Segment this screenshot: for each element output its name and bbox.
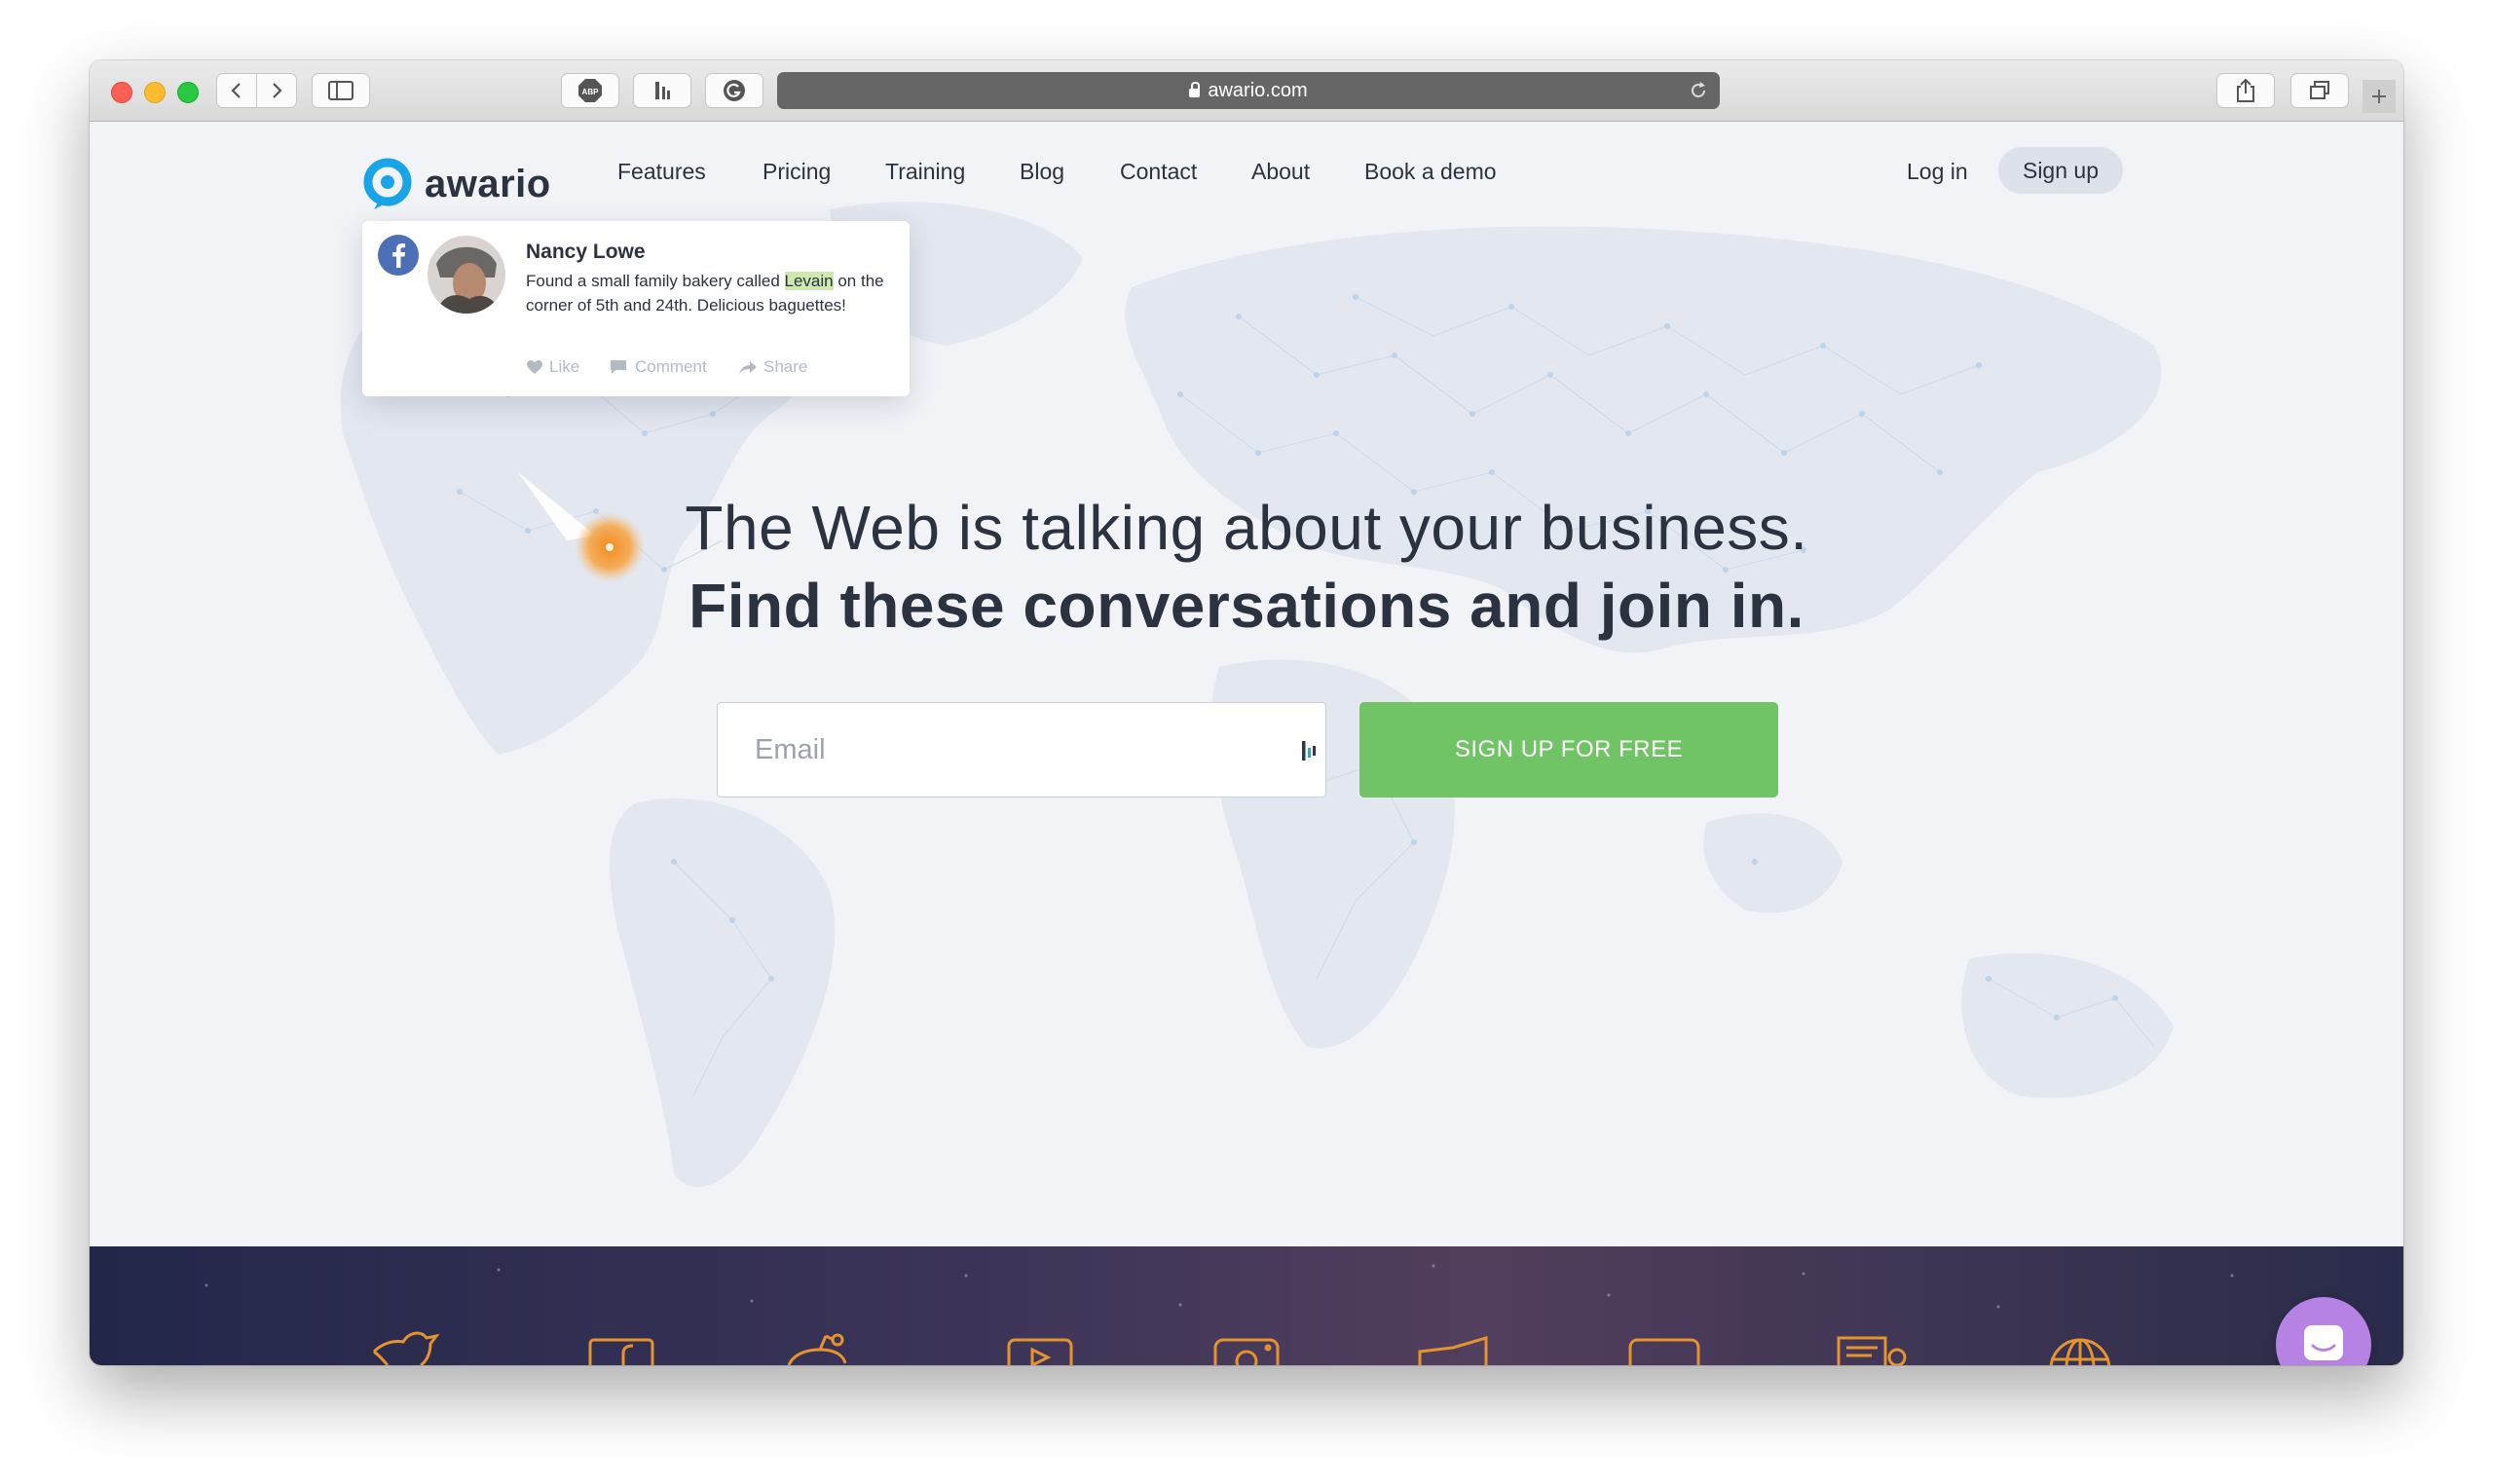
reload-icon[interactable] <box>1689 81 1708 100</box>
comment-action[interactable]: Comment <box>610 357 707 377</box>
news-icon <box>1418 1335 1488 1365</box>
close-window-button[interactable] <box>111 82 132 103</box>
web-page: awario Features Pricing Training Blog Co… <box>90 122 2403 1365</box>
twitter-icon <box>372 1331 440 1365</box>
comment-label: Comment <box>635 357 707 376</box>
share-icon <box>2237 78 2254 102</box>
mention-author: Nancy Lowe <box>526 241 646 263</box>
awario-logo[interactable]: awario <box>360 157 551 211</box>
like-label: Like <box>549 357 580 376</box>
adblock-label: ABP <box>582 88 600 96</box>
share-button[interactable] <box>2216 73 2275 108</box>
forward-button[interactable] <box>256 73 297 108</box>
signup-button[interactable]: Sign up <box>1998 147 2123 194</box>
blog-icon <box>1837 1336 1907 1365</box>
grammarly-icon <box>724 80 745 101</box>
plus-icon <box>2372 90 2386 103</box>
source-icons-row <box>205 1264 2234 1365</box>
instagram-icon <box>1213 1338 1280 1365</box>
sidebar-toggle-button[interactable] <box>312 73 370 108</box>
nav-link-training[interactable]: Training <box>885 159 965 185</box>
tabs-overview-button[interactable] <box>2290 73 2349 108</box>
chat-icon <box>2304 1325 2343 1360</box>
awario-logo-icon <box>363 158 412 209</box>
comment-icon <box>611 360 626 374</box>
bars-icon <box>1302 741 1316 761</box>
heart-icon <box>527 360 542 374</box>
email-input[interactable] <box>717 702 1326 798</box>
youtube-icon <box>1007 1338 1073 1365</box>
chevron-left-icon <box>231 83 241 98</box>
back-button[interactable] <box>216 73 257 108</box>
minimize-window-button[interactable] <box>144 82 166 103</box>
facebook-icon <box>588 1338 654 1365</box>
mention-text-before: Found a small family bakery called <box>526 272 785 290</box>
nav-link-contact[interactable]: Contact <box>1120 159 1197 185</box>
browser-window: ABP awario.com awario Features Pricing T… <box>90 60 2403 1365</box>
adblock-icon: ABP <box>578 79 602 102</box>
lock-icon <box>1189 81 1201 97</box>
nav-link-book-demo[interactable]: Book a demo <box>1364 159 1497 185</box>
url-text: awario.com <box>1208 79 1308 101</box>
sources-band <box>90 1246 2403 1365</box>
share-label: Share <box>763 357 808 376</box>
awario-extension-button[interactable] <box>633 73 691 108</box>
signup-for-free-button[interactable]: SIGN UP FOR FREE <box>1359 702 1778 798</box>
share-action[interactable]: Share <box>738 357 807 377</box>
bars-icon <box>655 82 670 99</box>
grammarly-extension-button[interactable] <box>705 73 763 108</box>
nav-link-pricing[interactable]: Pricing <box>763 159 831 185</box>
web-icon <box>2049 1338 2111 1365</box>
tabs-icon <box>2310 81 2329 99</box>
reddit-icon <box>787 1333 847 1365</box>
forum-icon <box>1628 1338 1700 1365</box>
nav-link-blog[interactable]: Blog <box>1020 159 1064 185</box>
nav-link-about[interactable]: About <box>1251 159 1310 185</box>
login-link[interactable]: Log in <box>1907 159 1968 185</box>
new-tab-button[interactable] <box>2363 80 2396 113</box>
mention-text: Found a small family bakery called Levai… <box>526 269 896 317</box>
avatar <box>428 236 505 314</box>
like-action[interactable]: Like <box>526 357 579 377</box>
share-arrow-icon <box>739 361 757 374</box>
mention-card: Nancy Lowe Found a small family bakery c… <box>362 221 910 396</box>
nav-link-features[interactable]: Features <box>617 159 706 185</box>
zoom-window-button[interactable] <box>177 82 199 103</box>
browser-toolbar: ABP awario.com <box>90 60 2403 122</box>
facebook-icon <box>378 235 419 276</box>
hero-subheadline: Find these conversations and join in. <box>688 571 1805 641</box>
address-bar[interactable]: awario.com <box>777 72 1720 109</box>
brand-name: awario <box>425 162 551 205</box>
chevron-right-icon <box>273 83 282 98</box>
mention-keyword-highlight: Levain <box>784 272 834 290</box>
hero-headline: The Web is talking about your business. <box>685 493 1808 563</box>
adblock-extension-button[interactable]: ABP <box>561 73 619 108</box>
sidebar-icon <box>328 81 353 100</box>
